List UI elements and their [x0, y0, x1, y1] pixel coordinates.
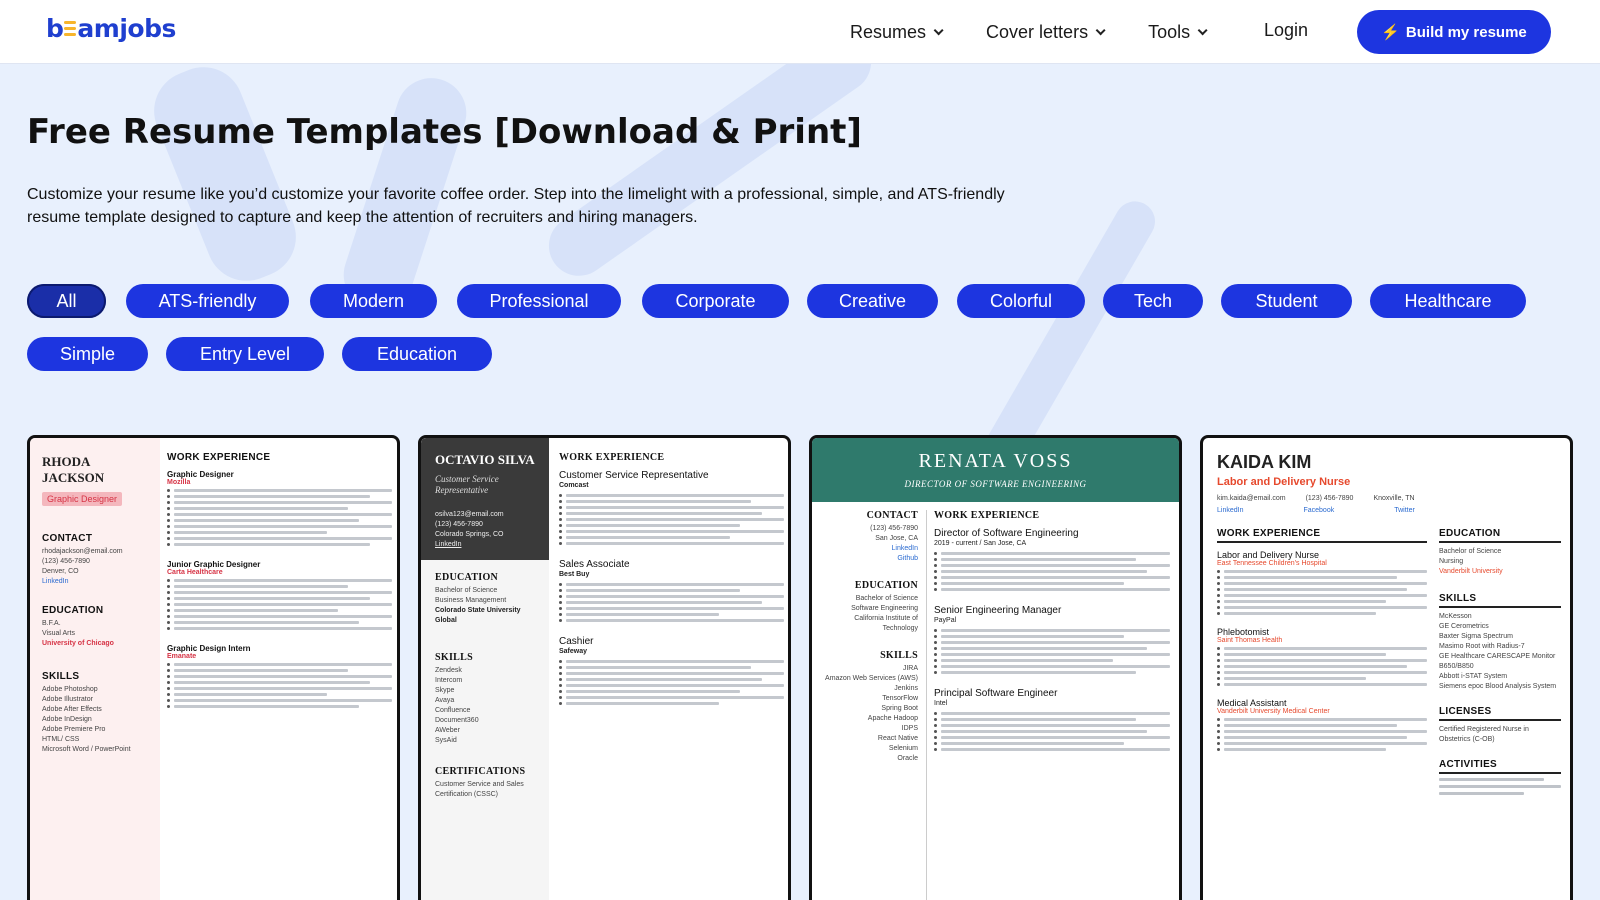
- template-card-octavio-silva[interactable]: OCTAVIO SILVA Customer Service Represent…: [418, 435, 791, 900]
- resume-section-experience: WORK EXPERIENCE: [1217, 528, 1427, 543]
- resume-main: WORK EXPERIENCE Labor and Delivery Nurse…: [1217, 528, 1427, 754]
- chevron-down-icon: [933, 24, 944, 35]
- resume-sidebar: RHODA JACKSON Graphic Designer CONTACT r…: [30, 438, 160, 900]
- resume-section-licenses: LICENSES: [1439, 706, 1561, 721]
- resume-section-education: EDUCATION: [435, 572, 499, 583]
- resume-main: WORK EXPERIENCE Customer Service Represe…: [559, 452, 784, 708]
- resume-section-skills: SKILLS: [1439, 593, 1561, 608]
- resume-role: DIRECTOR OF SOFTWARE ENGINEERING: [904, 479, 1087, 489]
- filter-simple[interactable]: Simple: [27, 337, 148, 371]
- resume-section-experience: WORK EXPERIENCE: [559, 452, 665, 463]
- resume-header: RENATA VOSS DIRECTOR OF SOFTWARE ENGINEE…: [812, 438, 1179, 502]
- main-nav: Resumes Cover letters Tools: [850, 0, 1250, 64]
- resume-section-education: EDUCATION: [854, 580, 918, 591]
- resume-section-activities: ACTIVITIES: [1439, 759, 1561, 774]
- resume-links-row: LinkedIn Facebook Twitter: [1217, 507, 1415, 514]
- filter-professional[interactable]: Professional: [457, 284, 621, 318]
- nav-tools[interactable]: Tools: [1148, 22, 1208, 43]
- resume-section-skills: SKILLS: [880, 650, 918, 661]
- filter-ats-friendly[interactable]: ATS-friendly: [126, 284, 289, 318]
- filter-education[interactable]: Education: [342, 337, 492, 371]
- resume-main: WORK EXPERIENCE Director of Software Eng…: [934, 510, 1170, 754]
- resume-main: WORK EXPERIENCE Graphic Designer Mozilla…: [167, 452, 392, 711]
- nav-cover-letters[interactable]: Cover letters: [986, 22, 1106, 43]
- resume-sidebar: OCTAVIO SILVA Customer Service Represent…: [421, 438, 549, 900]
- resume-section-skills: SKILLS: [42, 671, 80, 682]
- filter-colorful[interactable]: Colorful: [957, 284, 1085, 318]
- resume-section-education: EDUCATION: [42, 605, 104, 616]
- resume-sidebar: CONTACT (123) 456-7890 San Jose, CA Link…: [822, 510, 918, 764]
- filter-modern[interactable]: Modern: [310, 284, 437, 318]
- resume-section-education: EDUCATION: [1439, 528, 1561, 543]
- site-header: b amjobs Resumes Cover letters Tools Log…: [0, 0, 1600, 64]
- resume-contact-row: kim.kaida@email.com (123) 456-7890 Knoxv…: [1217, 495, 1415, 502]
- beamjobs-logo[interactable]: b amjobs: [46, 14, 176, 43]
- filter-tech[interactable]: Tech: [1103, 284, 1203, 318]
- filter-entry-level[interactable]: Entry Level: [166, 337, 324, 371]
- lightning-icon: ⚡: [1381, 24, 1400, 41]
- resume-section-contact: CONTACT: [866, 510, 918, 521]
- resume-name: KAIDA KIM: [1217, 452, 1312, 472]
- resume-sidebar: EDUCATION Bachelor of Science Nursing Va…: [1439, 528, 1561, 799]
- page-description: Customize your resume like you’d customi…: [27, 186, 1005, 226]
- resume-name: OCTAVIO SILVA: [435, 452, 535, 467]
- page-title: Free Resume Templates [Download & Print]: [27, 112, 862, 152]
- template-card-renata-voss[interactable]: RENATA VOSS DIRECTOR OF SOFTWARE ENGINEE…: [809, 435, 1182, 900]
- filter-corporate[interactable]: Corporate: [642, 284, 789, 318]
- filter-creative[interactable]: Creative: [807, 284, 938, 318]
- chevron-down-icon: [1197, 24, 1208, 35]
- template-card-kaida-kim[interactable]: KAIDA KIM Labor and Delivery Nurse kim.k…: [1200, 435, 1573, 900]
- resume-role: Customer Service Representative: [435, 474, 499, 495]
- template-card-rhoda-jackson[interactable]: RHODA JACKSON Graphic Designer CONTACT r…: [27, 435, 400, 900]
- filter-student[interactable]: Student: [1221, 284, 1352, 318]
- nav-resumes[interactable]: Resumes: [850, 22, 944, 43]
- build-resume-button[interactable]: ⚡ Build my resume: [1357, 10, 1551, 54]
- resume-section-experience: WORK EXPERIENCE: [934, 510, 1040, 521]
- filter-all[interactable]: All: [27, 284, 106, 318]
- resume-section-experience: WORK EXPERIENCE: [167, 452, 271, 463]
- resume-section-contact: CONTACT: [42, 533, 93, 544]
- filter-healthcare[interactable]: Healthcare: [1370, 284, 1526, 318]
- resume-section-skills: SKILLS: [435, 652, 473, 663]
- chevron-down-icon: [1095, 24, 1106, 35]
- logo-beam-icon: [64, 21, 77, 36]
- resume-section-certifications: CERTIFICATIONS: [435, 766, 526, 777]
- resume-name: RHODA JACKSON: [42, 454, 105, 485]
- resume-role: Graphic Designer: [42, 492, 123, 506]
- resume-name: RENATA VOSS: [918, 450, 1073, 472]
- resume-role: Labor and Delivery Nurse: [1217, 476, 1351, 488]
- login-link[interactable]: Login: [1264, 20, 1308, 41]
